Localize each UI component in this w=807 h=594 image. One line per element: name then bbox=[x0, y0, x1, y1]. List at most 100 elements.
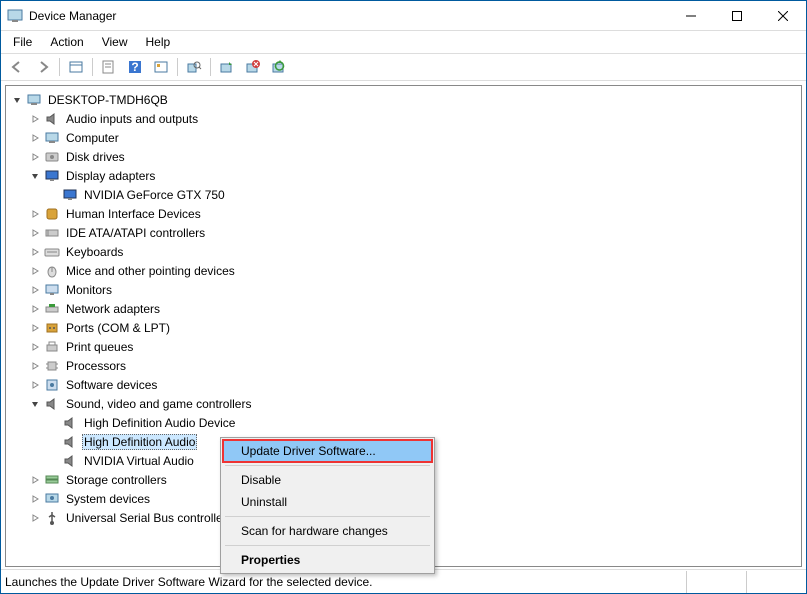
tree-item-label: Computer bbox=[64, 130, 121, 146]
ctx-uninstall[interactable]: Uninstall bbox=[223, 491, 432, 513]
tree-row[interactable]: High Definition Audio Device bbox=[8, 413, 799, 432]
computer-icon bbox=[44, 130, 60, 146]
expand-icon[interactable] bbox=[30, 228, 44, 238]
tree-item-label: NVIDIA Virtual Audio bbox=[82, 453, 196, 469]
tree-item-label: Storage controllers bbox=[64, 472, 169, 488]
speaker-icon bbox=[62, 453, 78, 469]
toolbar-help[interactable]: ? bbox=[123, 56, 147, 78]
tree-item-label: High Definition Audio bbox=[82, 434, 197, 450]
expand-icon[interactable] bbox=[30, 323, 44, 333]
expand-icon[interactable] bbox=[30, 494, 44, 504]
tree-item-label: IDE ATA/ATAPI controllers bbox=[64, 225, 207, 241]
status-text: Launches the Update Driver Software Wiza… bbox=[5, 575, 373, 589]
expand-icon[interactable] bbox=[30, 209, 44, 219]
system-icon bbox=[44, 491, 60, 507]
tree-row[interactable]: NVIDIA GeForce GTX 750 bbox=[8, 185, 799, 204]
tree-row[interactable]: Monitors bbox=[8, 280, 799, 299]
toolbar-back[interactable] bbox=[5, 56, 29, 78]
tree-row[interactable]: Network adapters bbox=[8, 299, 799, 318]
ctx-separator bbox=[225, 545, 430, 546]
toolbar-separator bbox=[92, 58, 93, 76]
tree-item-label: Disk drives bbox=[64, 149, 127, 165]
tree-row[interactable]: Keyboards bbox=[8, 242, 799, 261]
toolbar-separator bbox=[177, 58, 178, 76]
expand-icon[interactable] bbox=[30, 114, 44, 124]
toolbar-scan[interactable] bbox=[267, 56, 291, 78]
tree-row[interactable]: Print queues bbox=[8, 337, 799, 356]
tree-item-label: Processors bbox=[64, 358, 128, 374]
toolbar-properties[interactable] bbox=[97, 56, 121, 78]
menu-view[interactable]: View bbox=[94, 33, 136, 51]
menu-help[interactable]: Help bbox=[138, 33, 179, 51]
expand-icon[interactable] bbox=[30, 361, 44, 371]
maximize-button[interactable] bbox=[714, 1, 760, 31]
tree-row[interactable]: Display adapters bbox=[8, 166, 799, 185]
tree-item-label: Keyboards bbox=[64, 244, 125, 260]
statusbar-pane bbox=[746, 571, 806, 593]
menu-action[interactable]: Action bbox=[42, 33, 91, 51]
tree-row[interactable]: Mice and other pointing devices bbox=[8, 261, 799, 280]
tree-row[interactable]: Sound, video and game controllers bbox=[8, 394, 799, 413]
expand-icon[interactable] bbox=[30, 133, 44, 143]
expand-icon[interactable] bbox=[30, 304, 44, 314]
tree-item-label: Human Interface Devices bbox=[64, 206, 203, 222]
ctx-disable[interactable]: Disable bbox=[223, 469, 432, 491]
tree-row[interactable]: Software devices bbox=[8, 375, 799, 394]
titlebar: Device Manager bbox=[1, 1, 806, 31]
ctx-scan[interactable]: Scan for hardware changes bbox=[223, 520, 432, 542]
collapse-icon[interactable] bbox=[30, 171, 44, 181]
tree-row[interactable]: Processors bbox=[8, 356, 799, 375]
expand-icon[interactable] bbox=[30, 247, 44, 257]
toolbar-forward[interactable] bbox=[31, 56, 55, 78]
speaker-icon bbox=[44, 396, 60, 412]
collapse-icon[interactable] bbox=[30, 399, 44, 409]
menu-file[interactable]: File bbox=[5, 33, 40, 51]
expand-icon[interactable] bbox=[30, 475, 44, 485]
expand-icon[interactable] bbox=[30, 380, 44, 390]
toolbar-uninstall[interactable] bbox=[241, 56, 265, 78]
port-icon bbox=[44, 320, 60, 336]
tree-row[interactable]: Disk drives bbox=[8, 147, 799, 166]
ctx-separator bbox=[225, 516, 430, 517]
tree-item-label: Network adapters bbox=[64, 301, 162, 317]
ide-icon bbox=[44, 225, 60, 241]
expand-icon[interactable] bbox=[30, 342, 44, 352]
computer-icon bbox=[26, 92, 42, 108]
svg-text:?: ? bbox=[131, 60, 138, 74]
tree-row[interactable]: IDE ATA/ATAPI controllers bbox=[8, 223, 799, 242]
disk-icon bbox=[44, 149, 60, 165]
tree-row[interactable]: Human Interface Devices bbox=[8, 204, 799, 223]
ctx-properties[interactable]: Properties bbox=[223, 549, 432, 571]
expand-icon[interactable] bbox=[30, 513, 44, 523]
tree-row[interactable]: Audio inputs and outputs bbox=[8, 109, 799, 128]
keyboard-icon bbox=[44, 244, 60, 260]
toolbar-refresh[interactable] bbox=[149, 56, 173, 78]
software-icon bbox=[44, 377, 60, 393]
toolbar-find[interactable] bbox=[182, 56, 206, 78]
expand-icon[interactable] bbox=[30, 266, 44, 276]
minimize-button[interactable] bbox=[668, 1, 714, 31]
monitor-icon bbox=[44, 282, 60, 298]
tree-item-label: System devices bbox=[64, 491, 152, 507]
display-icon bbox=[44, 168, 60, 184]
tree-row[interactable]: DESKTOP-TMDH6QB bbox=[8, 90, 799, 109]
app-icon bbox=[7, 8, 23, 24]
network-icon bbox=[44, 301, 60, 317]
tree-item-label: Print queues bbox=[64, 339, 135, 355]
expand-icon[interactable] bbox=[30, 285, 44, 295]
tree-row[interactable]: Computer bbox=[8, 128, 799, 147]
ctx-update-driver[interactable]: Update Driver Software... bbox=[223, 440, 432, 462]
toolbar-update-driver[interactable] bbox=[215, 56, 239, 78]
tree-row[interactable]: Ports (COM & LPT) bbox=[8, 318, 799, 337]
cpu-icon bbox=[44, 358, 60, 374]
tree-item-label: High Definition Audio Device bbox=[82, 415, 237, 431]
collapse-icon[interactable] bbox=[12, 95, 26, 105]
close-button[interactable] bbox=[760, 1, 806, 31]
tree-item-label: Ports (COM & LPT) bbox=[64, 320, 172, 336]
tree-item-label: Display adapters bbox=[64, 168, 157, 184]
usb-icon bbox=[44, 510, 60, 526]
expand-icon[interactable] bbox=[30, 152, 44, 162]
toolbar-show-hidden[interactable] bbox=[64, 56, 88, 78]
speaker-icon bbox=[62, 415, 78, 431]
toolbar: ? bbox=[1, 53, 806, 81]
